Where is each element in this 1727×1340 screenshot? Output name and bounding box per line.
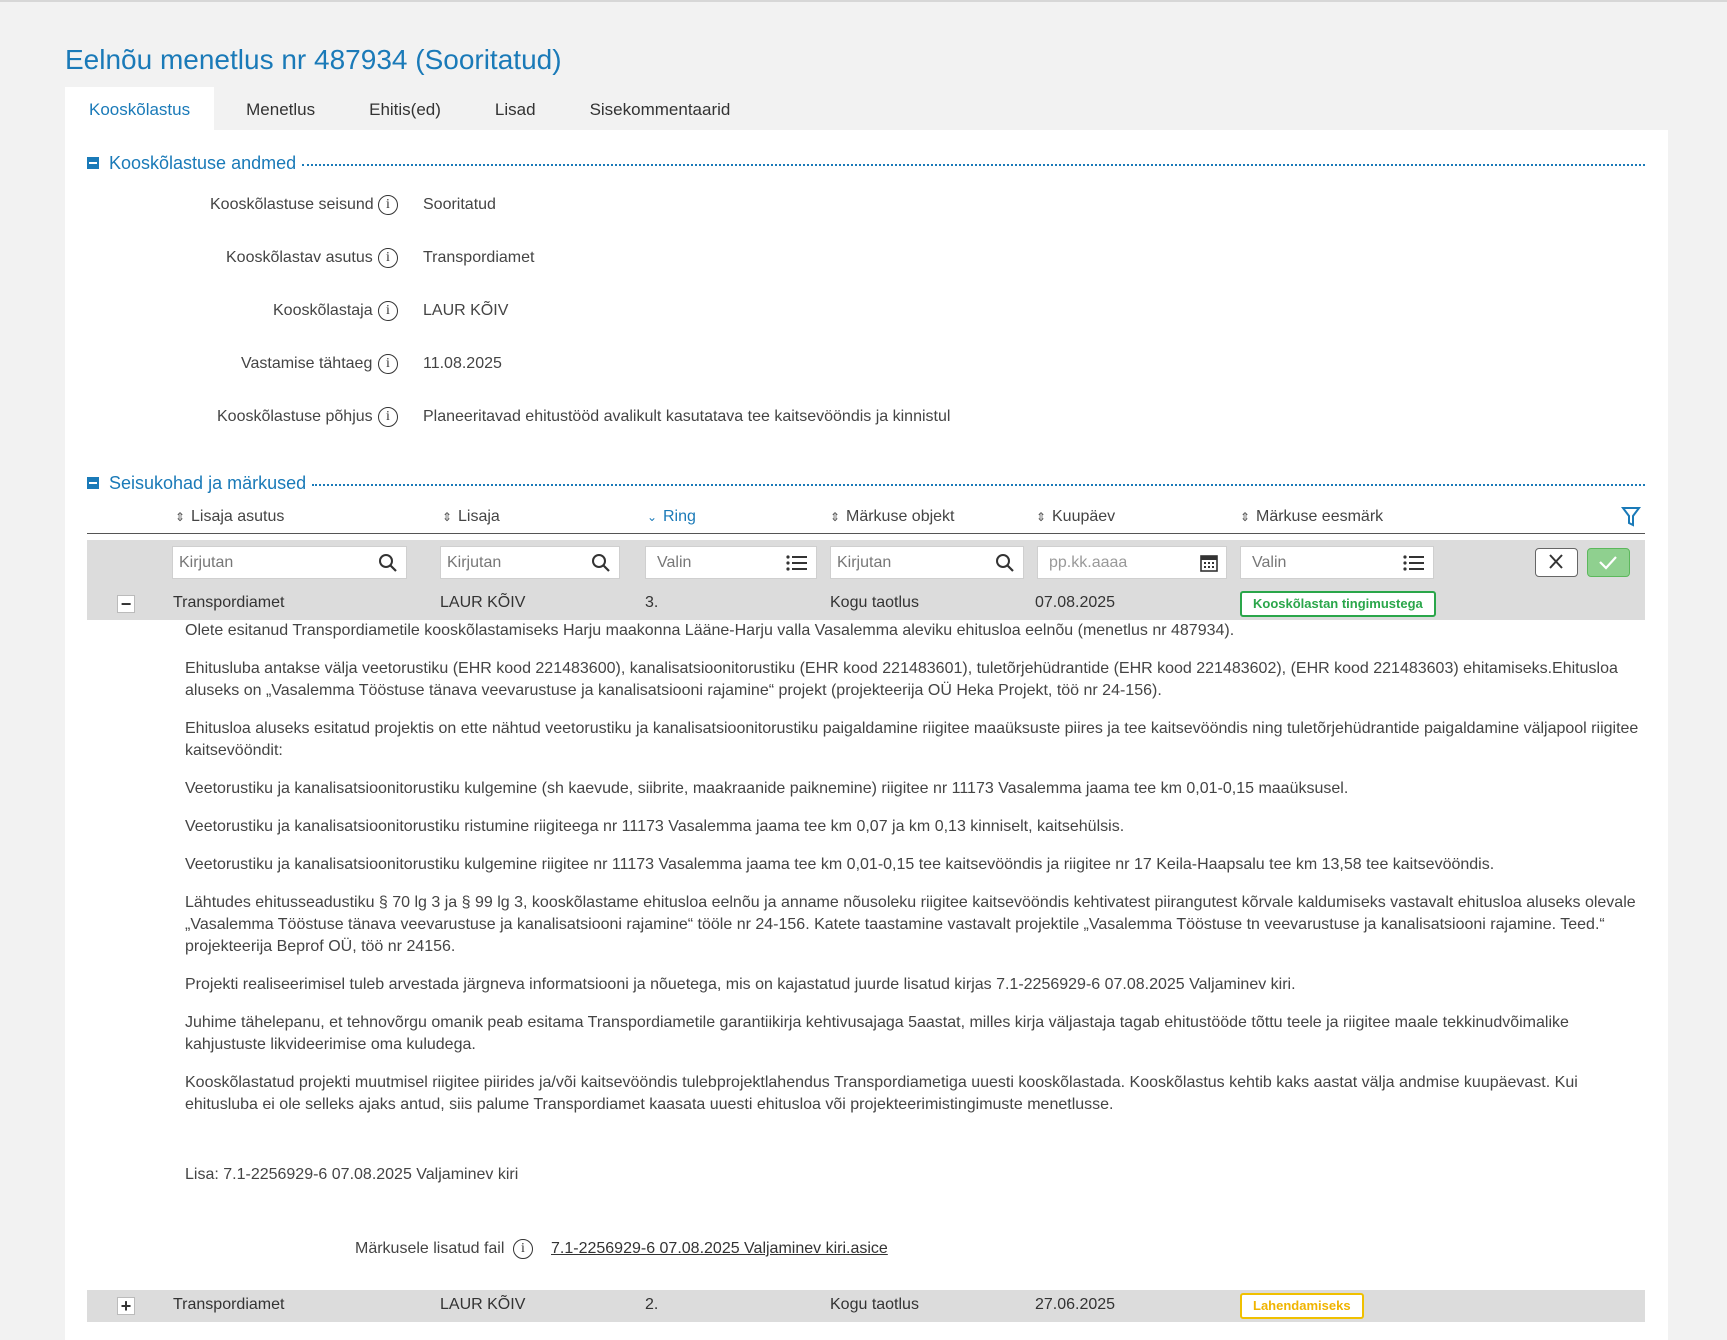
sort-icon: ⇕: [442, 510, 453, 524]
remark-paragraph: Kooskõlastatud projekti muutmisel riigit…: [185, 1074, 1578, 1113]
remark-paragraph: Juhime tähelepanu, et tehnovõrgu omanik …: [185, 1014, 1569, 1053]
collapse-row-button[interactable]: −: [117, 595, 135, 613]
status-badge: Lahendamiseks: [1240, 1293, 1364, 1319]
calendar-icon[interactable]: [1200, 554, 1218, 572]
remark-paragraph: Veetorustiku ja kanalisatsioonitorustiku…: [185, 780, 1349, 797]
field-label: Kooskõlastaja: [273, 302, 373, 319]
list-icon: [1403, 555, 1424, 571]
column-header-kuupaev[interactable]: ⇕ Kuupäev: [1036, 508, 1115, 526]
column-header-objekt[interactable]: ⇕ Märkuse objekt: [830, 508, 955, 526]
remark-paragraph: Veetorustiku ja kanalisatsioonitorustiku…: [185, 818, 1125, 835]
content-panel: Kooskõlastuse andmed Kooskõlastuse seisu…: [65, 130, 1668, 1340]
sort-icon: ⇕: [1036, 510, 1047, 524]
column-header-eesmark[interactable]: ⇕ Märkuse eesmärk: [1240, 508, 1383, 526]
attachment-label: Märkusele lisatud fail: [355, 1240, 505, 1257]
apply-filter-button[interactable]: [1587, 548, 1630, 577]
field-row-kooskolastaja: Kooskõlastaja i LAUR KÕIV: [65, 301, 1265, 328]
approval-section-header[interactable]: Kooskõlastuse andmed: [87, 150, 1645, 176]
search-icon: [379, 554, 397, 572]
field-value: Planeeritavad ehitustööd avalikult kasut…: [423, 408, 951, 425]
field-row-asutus: Kooskõlastav asutus i Transpordiamet: [65, 248, 1265, 275]
field-row-pohjus: Kooskõlastuse põhjus i Planeeritavad ehi…: [65, 407, 1565, 434]
remark-detail: Olete esitanud Transpordiametile kooskõl…: [185, 620, 1645, 1202]
tab-bar: Kooskõlastus Menetlus Ehitis(ed) Lisad S…: [65, 87, 1727, 132]
expand-row-button[interactable]: +: [117, 1297, 135, 1315]
filter-kuupaev-input[interactable]: pp.kk.aaaa: [1037, 546, 1227, 579]
cell-ring: 2.: [645, 1296, 659, 1313]
close-icon: [1549, 554, 1563, 569]
cell-lisaja: LAUR KÕIV: [440, 594, 526, 611]
attachment-file-link[interactable]: 7.1-2256929-6 07.08.2025 Valjaminev kiri…: [551, 1240, 888, 1258]
remark-paragraph: Lähtudes ehitusseadustiku § 70 lg 3 ja §…: [185, 894, 1636, 955]
collapse-icon[interactable]: [87, 157, 99, 169]
info-icon[interactable]: i: [378, 354, 398, 374]
remark-paragraph: Veetorustiku ja kanalisatsioonitorustiku…: [185, 856, 1495, 873]
approval-section-title: Kooskõlastuse andmed: [109, 152, 297, 173]
cell-objekt: Kogu taotlus: [830, 594, 919, 611]
column-header-asutus[interactable]: ⇕ Lisaja asutus: [175, 508, 284, 526]
remark-paragraph: Olete esitanud Transpordiametile kooskõl…: [185, 622, 1235, 639]
filter-objekt-input[interactable]: Kirjutan: [830, 546, 1024, 579]
field-label: Kooskõlastav asutus: [226, 249, 373, 266]
info-icon[interactable]: i: [513, 1239, 533, 1259]
info-icon[interactable]: i: [378, 301, 398, 321]
field-row-tahtaeg: Vastamise tähtaeg i 11.08.2025: [65, 354, 1265, 381]
search-icon: [996, 554, 1014, 572]
cell-asutus: Transpordiamet: [173, 1296, 285, 1313]
check-icon: [1599, 556, 1617, 570]
remark-paragraph: Ehitusloa aluseks esitatud projektis on …: [185, 720, 1639, 759]
filter-icon[interactable]: [1621, 506, 1641, 528]
sort-icon: ⇕: [1240, 510, 1251, 524]
column-header-ring[interactable]: ⌄ Ring: [647, 508, 696, 526]
sort-icon: ⇕: [830, 510, 841, 524]
filter-ring-select[interactable]: Valin: [645, 546, 817, 579]
info-icon[interactable]: i: [378, 195, 398, 215]
remark-paragraph: Projekti realiseerimisel tuleb arvestada…: [185, 976, 1296, 993]
filter-lisaja-input[interactable]: Kirjutan: [440, 546, 620, 579]
cell-lisaja: LAUR KÕIV: [440, 1296, 526, 1313]
attachment-row: Märkusele lisatud fail i 7.1-2256929-6 0…: [65, 1239, 1065, 1266]
info-icon[interactable]: i: [378, 248, 398, 268]
field-label: Vastamise tähtaeg: [241, 355, 373, 372]
section-divider: [312, 484, 1645, 486]
tab-sisekommentaarid[interactable]: Sisekommentaarid: [566, 87, 755, 132]
cell-kuupaev: 27.06.2025: [1035, 1296, 1116, 1313]
table-header: ⇕ Lisaja asutus ⇕ Lisaja ⌄ Ring ⇕ Märkuse ob…: [87, 502, 1645, 534]
field-value: 11.08.2025: [423, 355, 502, 372]
clear-filter-button[interactable]: [1535, 548, 1578, 577]
column-header-lisaja[interactable]: ⇕ Lisaja: [442, 508, 500, 526]
filter-asutus-input[interactable]: Kirjutan: [172, 546, 407, 579]
tab-menetlus[interactable]: Menetlus: [222, 87, 339, 132]
field-label: Kooskõlastuse seisund: [210, 196, 374, 213]
table-row[interactable]: + Transpordiamet LAUR KÕIV 2. Kogu taotl…: [87, 1290, 1645, 1322]
table-row[interactable]: − Transpordiamet LAUR KÕIV 3. Kogu taotl…: [87, 588, 1645, 620]
cell-objekt: Kogu taotlus: [830, 1296, 919, 1313]
field-row-seisund: Kooskõlastuse seisund i Sooritatud: [65, 195, 1265, 222]
field-label: Kooskõlastuse põhjus: [217, 408, 373, 425]
status-badge: Kooskõlastan tingimustega: [1240, 591, 1436, 617]
list-icon: [786, 555, 807, 571]
page-title: Eelnõu menetlus nr 487934 (Sooritatud): [65, 44, 562, 75]
remark-paragraph: Ehitusluba antakse välja veetorustiku (E…: [185, 660, 1618, 699]
cell-ring: 3.: [645, 594, 659, 611]
tab-kooskolastus[interactable]: Kooskõlastus: [65, 87, 215, 132]
chevron-down-icon: ⌄: [647, 510, 658, 524]
cell-asutus: Transpordiamet: [173, 594, 285, 611]
remarks-section-title: Seisukohad ja märkused: [109, 472, 307, 493]
tab-lisad[interactable]: Lisad: [471, 87, 560, 132]
cell-kuupaev: 07.08.2025: [1035, 594, 1116, 611]
sort-icon: ⇕: [175, 510, 186, 524]
remarks-section-header[interactable]: Seisukohad ja märkused: [87, 470, 1645, 496]
search-icon: [592, 554, 610, 572]
field-value: LAUR KÕIV: [423, 302, 509, 319]
tab-ehitised[interactable]: Ehitis(ed): [345, 87, 465, 132]
section-divider: [302, 164, 1645, 166]
collapse-icon[interactable]: [87, 477, 99, 489]
field-value: Transpordiamet: [423, 249, 535, 266]
field-value: Sooritatud: [423, 196, 496, 213]
filter-eesmark-select[interactable]: Valin: [1240, 546, 1434, 579]
attachment-note: Lisa: 7.1-2256929-6 07.08.2025 Valjamine…: [185, 1166, 519, 1183]
info-icon[interactable]: i: [378, 407, 398, 427]
filter-bar: Kirjutan Kirjutan Valin Kirjutan pp.kk.a…: [87, 540, 1645, 588]
